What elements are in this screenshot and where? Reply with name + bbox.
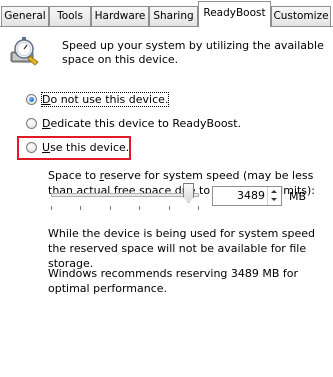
radio-label-dedicate: Dedicate this device to ReadyBoost. <box>42 116 242 130</box>
radio-do-not-use[interactable]: Do not use this device. <box>26 91 170 107</box>
spin-down-icon[interactable] <box>271 198 277 201</box>
recommendation-note: Windows recommends reserving 3489 MB for… <box>48 267 299 295</box>
slider-tick <box>139 206 140 210</box>
readyboost-panel: Speed up your system by utilizing the av… <box>0 27 333 377</box>
radio-dedicate[interactable]: Dedicate this device to ReadyBoost. <box>26 115 241 131</box>
tab-general[interactable]: General <box>1 6 49 26</box>
radio-label-do-not-use: Do not use this device. <box>40 91 170 107</box>
radio-button-selected[interactable] <box>26 93 37 105</box>
reserve-size-spinbox[interactable]: 3489 <box>212 186 282 206</box>
spin-buttons <box>267 187 281 205</box>
slider-tick <box>80 206 81 210</box>
reserve-slider-track[interactable] <box>51 193 199 197</box>
radio-button[interactable] <box>26 117 37 129</box>
tab-hardware[interactable]: Hardware <box>91 6 149 26</box>
unit-label: MB <box>289 190 307 203</box>
tab-strip-border <box>0 26 333 27</box>
slider-tick <box>51 206 52 210</box>
tab-strip: General Tools Hardware Sharing ReadyBoos… <box>0 0 333 27</box>
tab-customize[interactable]: Customize <box>271 6 331 26</box>
slider-ticks <box>51 206 199 210</box>
spin-up-icon[interactable] <box>271 190 277 193</box>
tab-tools[interactable]: Tools <box>49 6 91 26</box>
intro-text: Speed up your system by utilizing the av… <box>62 39 324 66</box>
reserve-size-value[interactable]: 3489 <box>237 189 265 202</box>
tab-readyboost[interactable]: ReadyBoost <box>198 1 271 27</box>
tab-sharing[interactable]: Sharing <box>149 6 198 26</box>
slider-tick <box>169 206 170 210</box>
readyboost-stopwatch-icon <box>10 37 39 66</box>
slider-tick <box>198 206 199 210</box>
in-use-note: While the device is being used for syste… <box>48 227 316 270</box>
highlight-box <box>17 136 131 160</box>
slider-tick <box>110 206 111 210</box>
